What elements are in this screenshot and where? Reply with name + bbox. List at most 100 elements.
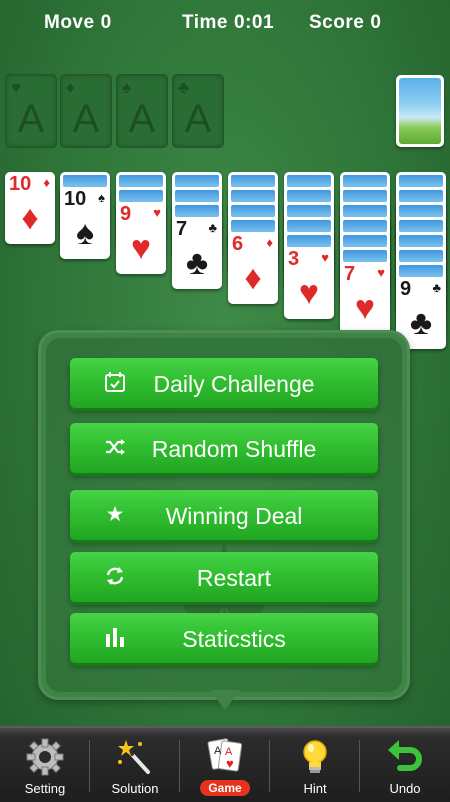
setting-tab[interactable]: Setting <box>0 728 90 802</box>
heart-icon: ♥ <box>11 78 22 97</box>
card-back-pattern <box>231 175 275 187</box>
timer: Time 0:01 <box>182 12 274 34</box>
status-bar: Move 0 Time 0:01 Score 0 <box>0 0 450 44</box>
card-rank: 9 <box>120 203 132 225</box>
card-suit-icon: ♣ <box>185 244 209 282</box>
lightbulb-icon <box>270 736 360 778</box>
card-suit-small-icon: ♣ <box>432 280 441 295</box>
card-back-pattern <box>175 190 219 202</box>
card-back-pattern <box>287 205 331 217</box>
playing-cards-icon: A A ♥ <box>180 736 270 778</box>
card-suit-icon: ♥ <box>130 229 152 267</box>
random-shuffle-label: Random Shuffle <box>151 436 317 462</box>
game-tab[interactable]: A A ♥ Game <box>180 728 270 802</box>
card-suit-small-icon: ♠ <box>98 190 105 205</box>
card-back-pattern <box>399 265 443 277</box>
card-back-pattern <box>343 250 387 262</box>
face-up-card[interactable]: 7 ♣ ♣ <box>172 217 222 289</box>
card-back-pattern <box>119 190 163 202</box>
card-back-pattern <box>399 190 443 202</box>
winning-deal-label: Winning Deal <box>165 503 303 529</box>
card-rank: 6 <box>232 233 244 255</box>
spade-icon: ♠ <box>122 78 132 97</box>
restart-label: Restart <box>196 565 272 591</box>
card-suit-icon: ♥ <box>354 289 376 327</box>
winning-deal-button[interactable]: ★ Winning Deal <box>70 490 378 540</box>
score: Score 0 <box>309 12 381 34</box>
card-back-pattern <box>231 220 275 232</box>
foundation-letter: A <box>184 97 212 141</box>
stock-pile[interactable] <box>396 75 444 147</box>
undo-arrow-icon <box>360 736 450 778</box>
foundation-letter: A <box>128 97 156 141</box>
card-suit-icon: ♦ <box>244 259 262 297</box>
card-suit-small-icon: ♥ <box>377 265 385 280</box>
card-suit-small-icon: ♣ <box>208 220 217 235</box>
magic-wand-icon <box>90 736 180 778</box>
card-back-pattern <box>399 205 443 217</box>
card-suit-small-icon: ♦ <box>43 175 50 190</box>
card-back-pattern <box>175 205 219 217</box>
card-back-pattern <box>399 220 443 232</box>
foundation-clubs[interactable]: ♣ A <box>172 74 224 148</box>
move-label: Move <box>44 12 95 33</box>
card-rank: 9 <box>400 278 412 300</box>
card-suit-icon: ♠ <box>75 214 95 252</box>
card-back-pattern <box>175 175 219 187</box>
solution-tab[interactable]: Solution <box>90 728 180 802</box>
foundation-letter: A <box>17 97 45 141</box>
time-label: Time <box>182 12 229 33</box>
undo-tab[interactable]: Undo <box>360 728 450 802</box>
card-rank: 7 <box>344 263 356 285</box>
card-back-pattern <box>287 190 331 202</box>
card-back-pattern <box>343 175 387 187</box>
club-icon: ♣ <box>178 78 190 97</box>
card-back-pattern <box>343 235 387 247</box>
statistics-label: Staticstics <box>182 626 286 652</box>
score-value: 0 <box>370 12 382 33</box>
card-back-pattern <box>343 190 387 202</box>
card-back-pattern <box>287 220 331 232</box>
card-back-pattern <box>399 250 443 262</box>
solution-label: Solution <box>111 781 159 796</box>
card-back-pattern <box>343 220 387 232</box>
card-back-pattern <box>399 175 443 187</box>
statistics-button[interactable]: Staticstics <box>70 613 378 663</box>
card-back-pattern <box>231 205 275 217</box>
card-rank: 7 <box>176 218 188 240</box>
setting-label: Setting <box>24 781 66 796</box>
move-counter: Move 0 <box>44 12 112 34</box>
game-label: Game <box>200 780 250 796</box>
face-up-card[interactable]: 6 ♦ ♦ <box>228 232 278 304</box>
card-back-pattern <box>287 175 331 187</box>
card-suit-small-icon: ♦ <box>266 235 273 250</box>
face-up-card[interactable]: 10 ♠ ♠ <box>60 187 110 259</box>
card-back-pattern <box>343 205 387 217</box>
menu-pointer <box>210 690 240 710</box>
card-back-pattern <box>231 190 275 202</box>
card-rank: 3 <box>288 248 300 270</box>
card-suit-icon: ♦ <box>21 199 39 237</box>
card-suit-small-icon: ♥ <box>321 250 329 265</box>
random-shuffle-button[interactable]: Random Shuffle <box>70 423 378 473</box>
card-rank: 10 <box>9 173 32 195</box>
face-up-card[interactable]: 7 ♥ ♥ <box>340 262 390 334</box>
hint-tab[interactable]: Hint <box>270 728 360 802</box>
daily-challenge-button[interactable]: Daily Challenge <box>70 358 378 408</box>
foundation-letter: A <box>72 97 100 141</box>
hint-label: Hint <box>303 781 327 796</box>
card-back-pattern <box>63 175 107 187</box>
foundation-spades[interactable]: ♠ A <box>116 74 168 148</box>
card-rank: 10 <box>64 188 87 210</box>
restart-button[interactable]: Restart <box>70 552 378 602</box>
foundation-diamonds[interactable]: ♦ A <box>60 74 112 148</box>
card-back-pattern <box>119 175 163 187</box>
undo-label: Undo <box>389 781 421 796</box>
face-up-card[interactable]: 3 ♥ ♥ <box>284 247 334 319</box>
face-up-card[interactable]: 10 ♦ ♦ <box>5 172 55 244</box>
time-value: 0:01 <box>234 12 275 33</box>
card-back-image <box>399 78 441 144</box>
face-up-card[interactable]: 9 ♥ ♥ <box>116 202 166 274</box>
bottom-nav: Setting Solution A A ♥ Game Hint Undo <box>0 726 450 802</box>
foundation-hearts[interactable]: ♥ A <box>5 74 57 148</box>
